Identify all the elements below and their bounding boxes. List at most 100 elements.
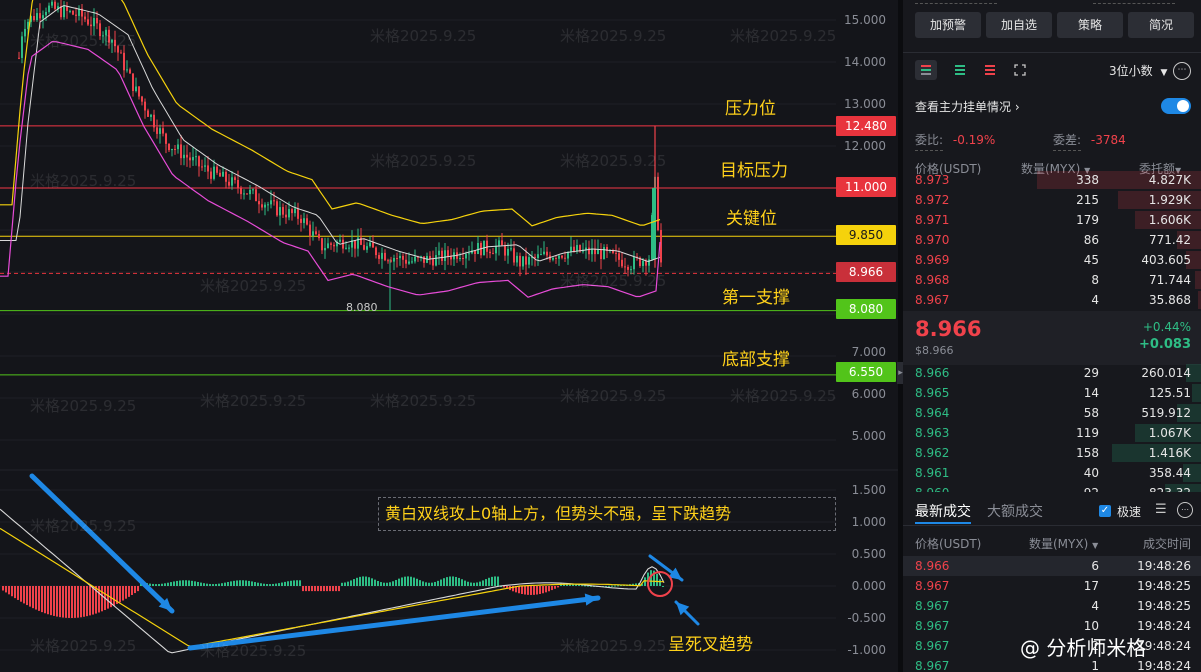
macd-histogram-bar <box>71 586 73 618</box>
macd-histogram-bar <box>290 580 292 586</box>
macd-histogram-bar <box>437 580 439 586</box>
ask-amount: 1.929K <box>1148 193 1191 207</box>
bollinger-mid-line <box>0 4 661 263</box>
macd-histogram-bar <box>35 586 37 610</box>
tab-latest-trades[interactable]: 最新成交 <box>915 501 971 521</box>
strategy-button[interactable]: 策略 <box>1057 12 1123 38</box>
trade-qty: 17 <box>1083 579 1099 593</box>
macd-histogram-bar <box>497 576 499 586</box>
ratio-value: -0.19% <box>952 133 996 147</box>
macd-histogram-bar <box>425 582 427 586</box>
bid-row[interactable]: 8.965 14 125.51 <box>903 383 1201 403</box>
candle-body <box>51 1 53 6</box>
macd-histogram-bar <box>362 576 364 586</box>
macd-histogram-bar <box>611 585 613 587</box>
candle-body <box>135 86 137 91</box>
fast-checkbox[interactable]: ✓ <box>1099 505 1111 517</box>
macd-histogram-bar <box>134 586 136 594</box>
view-asks-icon[interactable] <box>979 60 1001 80</box>
trade-qty: 6 <box>1091 559 1099 573</box>
bid-amount: 358.44 <box>1149 466 1191 480</box>
candle-body <box>210 171 212 179</box>
fullscreen-icon[interactable] <box>1009 60 1031 80</box>
candle-body <box>243 193 245 195</box>
main-orders-link[interactable]: 查看主力挂单情况 › <box>915 98 1020 115</box>
ask-row[interactable]: 8.971 179 1.606K <box>903 210 1201 230</box>
bid-row[interactable]: 8.963 119 1.067K <box>903 423 1201 443</box>
candle-body <box>354 240 356 249</box>
ask-row[interactable]: 8.969 45 403.605 <box>903 250 1201 270</box>
decimal-select[interactable]: 3位小数 ▼ <box>1109 62 1167 79</box>
candle-body <box>597 249 599 255</box>
bid-row[interactable]: 8.961 40 358.44 <box>903 463 1201 483</box>
macd-histogram-bar <box>551 586 553 591</box>
bid-row[interactable]: 8.964 58 519.912 <box>903 403 1201 423</box>
macd-histogram-bar <box>383 582 385 586</box>
candle-body <box>348 247 350 249</box>
candle-body <box>228 181 230 186</box>
chart-area[interactable]: 米格2025.9.25 米格2025.9.25 米格2025.9.25 米格20… <box>0 0 898 672</box>
bid-amount: 260.014 <box>1141 366 1191 380</box>
candle-body <box>108 29 110 43</box>
level-label-target: 11.000 <box>836 177 896 197</box>
candle-body <box>291 209 293 214</box>
macd-histogram-bar <box>218 583 220 586</box>
macd-histogram-bar <box>524 586 526 595</box>
ask-amount: 403.605 <box>1141 253 1191 267</box>
macd-histogram-bar <box>557 586 559 588</box>
bid-row[interactable]: 8.962 158 1.416K <box>903 443 1201 463</box>
macd-histogram-bar <box>185 580 187 586</box>
candle-body <box>42 15 44 19</box>
summary-button[interactable]: 简况 <box>1128 12 1194 38</box>
main-orders-toggle[interactable] <box>1161 98 1191 114</box>
candle-body <box>222 171 224 177</box>
candle-body <box>36 13 38 21</box>
candle-body <box>72 10 74 15</box>
candle-body <box>444 250 446 262</box>
settings-list-icon[interactable]: ☰ <box>1155 502 1167 517</box>
macd-histogram-bar <box>548 586 550 592</box>
macd-histogram-bar <box>68 586 70 618</box>
macd-histogram-bar <box>446 577 448 586</box>
trade-time: 19:48:25 <box>1137 579 1191 593</box>
ask-row[interactable]: 8.967 4 35.868 <box>903 290 1201 310</box>
bid-row[interactable]: 8.966 29 260.014 <box>903 363 1201 383</box>
tab-large-trades[interactable]: 大额成交 <box>987 501 1043 521</box>
ask-row[interactable]: 8.973 338 4.827K <box>903 170 1201 190</box>
trades-header-qty[interactable]: 数量(MYX) ▼ <box>1029 535 1098 552</box>
more-icon[interactable]: ⋯ <box>1173 62 1191 80</box>
ask-row[interactable]: 8.970 86 771.42 <box>903 230 1201 250</box>
add-alert-button[interactable]: 加预警 <box>915 12 981 38</box>
trade-row: 8.967 4 19:48:25 <box>903 596 1201 616</box>
macd-histogram-bar <box>578 584 580 586</box>
macd-axis-tick: 1.000 <box>851 515 886 529</box>
ask-row[interactable]: 8.972 215 1.929K <box>903 190 1201 210</box>
macd-histogram-bar <box>59 586 61 618</box>
candle-body <box>69 10 71 12</box>
view-both-icon[interactable] <box>915 60 937 80</box>
add-watchlist-button[interactable]: 加自选 <box>986 12 1052 38</box>
view-bids-icon[interactable] <box>949 60 971 80</box>
candle-body <box>204 165 206 167</box>
ask-qty: 8 <box>1091 273 1099 287</box>
candle-body <box>366 246 368 250</box>
macd-histogram-bar <box>89 586 91 616</box>
candle-body <box>156 127 158 134</box>
macd-histogram-bar <box>518 586 520 594</box>
ask-row[interactable]: 8.968 8 71.744 <box>903 270 1201 290</box>
candle-body <box>219 172 221 177</box>
trade-price: 8.967 <box>915 579 950 593</box>
macd-histogram-bar <box>125 586 127 599</box>
candle-body <box>396 258 398 260</box>
candle-body <box>96 18 98 24</box>
candle-body <box>189 157 191 161</box>
macd-histogram-bar <box>275 583 277 586</box>
bid-price: 8.961 <box>915 466 950 480</box>
candle-body <box>303 218 305 223</box>
macd-histogram-bar <box>614 585 616 587</box>
macd-histogram-bar <box>44 586 46 614</box>
macd-histogram-bar <box>251 581 253 586</box>
candle-body <box>624 266 626 268</box>
macd-histogram-bar <box>188 580 190 586</box>
more-icon[interactable]: ⋯ <box>1177 502 1193 518</box>
